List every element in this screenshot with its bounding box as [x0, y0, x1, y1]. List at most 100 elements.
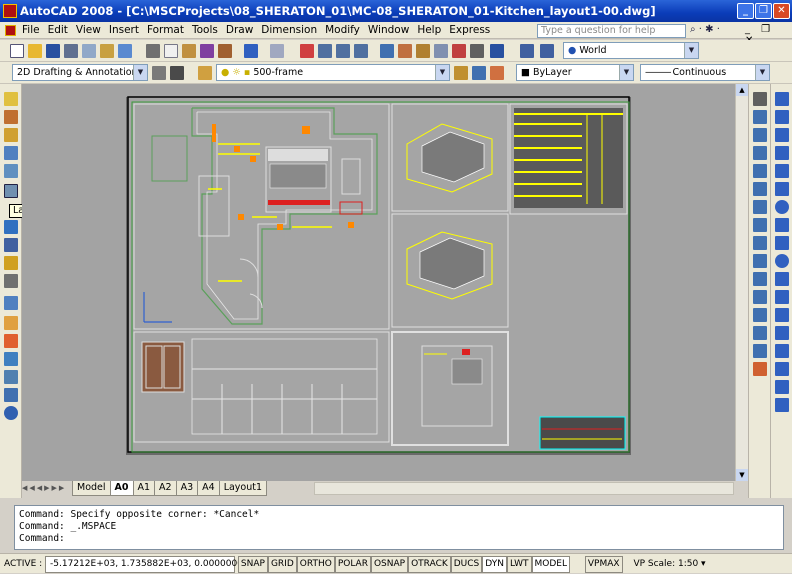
command-input[interactable]: Command:: [19, 533, 779, 545]
menu-window[interactable]: Window: [364, 22, 413, 39]
move-icon[interactable]: [753, 182, 767, 196]
chamfer-icon[interactable]: [753, 326, 767, 340]
layer-lock-icon[interactable]: [4, 256, 18, 270]
vpmax-button[interactable]: VPMAX: [584, 556, 623, 573]
layer-filter-icon[interactable]: [4, 352, 18, 366]
layers-groups-icon[interactable]: [4, 184, 18, 198]
explode-icon[interactable]: [753, 362, 767, 376]
arc-icon[interactable]: [775, 182, 789, 196]
layer-properties-icon[interactable]: [198, 66, 212, 80]
copy-icon[interactable]: [164, 44, 178, 58]
hatch-icon[interactable]: [775, 326, 789, 340]
scroll-up-icon[interactable]: ▲: [736, 84, 748, 96]
tab-a1[interactable]: A1: [132, 481, 156, 496]
table-icon[interactable]: [775, 380, 789, 394]
layer-walk-icon[interactable]: [4, 220, 18, 234]
menu-modify[interactable]: Modify: [321, 22, 364, 39]
redo-icon[interactable]: [270, 44, 284, 58]
linetype-dropdown[interactable]: ——— Continuous ▼: [640, 64, 770, 81]
menu-express[interactable]: Express: [445, 22, 494, 39]
layer-isolate-icon[interactable]: [4, 128, 18, 142]
extend-icon[interactable]: [753, 272, 767, 286]
mirror-icon[interactable]: [753, 128, 767, 142]
menu-edit[interactable]: Edit: [44, 22, 72, 39]
polygon-icon[interactable]: [775, 146, 789, 160]
insert-block-icon[interactable]: [775, 272, 789, 286]
tab-nav-icons[interactable]: ◀◀◀▶▶▶: [22, 484, 72, 492]
layer-tool-icon[interactable]: [4, 92, 18, 106]
layer-info-icon[interactable]: [4, 406, 18, 420]
polyline-icon[interactable]: [775, 128, 789, 142]
circle-icon[interactable]: [775, 200, 789, 214]
undo-icon[interactable]: [244, 44, 258, 58]
grid-button[interactable]: GRID: [267, 556, 297, 573]
fillet-icon[interactable]: [753, 344, 767, 358]
revision-cloud-icon[interactable]: [775, 218, 789, 232]
close-button[interactable]: ✕: [773, 3, 790, 19]
polar-button[interactable]: POLAR: [334, 556, 371, 573]
plot-preview-icon[interactable]: [82, 44, 96, 58]
multiline-text-icon[interactable]: [775, 398, 789, 412]
menu-view[interactable]: View: [72, 22, 105, 39]
plot-icon[interactable]: [64, 44, 78, 58]
lwt-button[interactable]: LWT: [506, 556, 532, 573]
dyn-button[interactable]: DYN: [482, 556, 507, 573]
layer-color-icon[interactable]: [4, 334, 18, 348]
match-properties-icon[interactable]: [200, 44, 214, 58]
layer-dropdown[interactable]: ● ☼ ▪ 500-frame ▼: [216, 64, 450, 81]
construction-line-icon[interactable]: [775, 110, 789, 124]
block-editor-icon[interactable]: [218, 44, 232, 58]
gradient-icon[interactable]: [775, 344, 789, 358]
coordinates-readout[interactable]: -5.17212E+03, 1.735882E+03, 0.00000000: [45, 556, 249, 573]
menu-tools[interactable]: Tools: [188, 22, 222, 39]
menu-format[interactable]: Format: [143, 22, 188, 39]
tool-palettes-icon[interactable]: [416, 44, 430, 58]
workspace-dropdown[interactable]: 2D Drafting & Annotation ▼: [12, 64, 148, 81]
ucs-previous-icon[interactable]: [540, 44, 554, 58]
layer-table-icon[interactable]: [4, 388, 18, 402]
tab-a0[interactable]: A0: [109, 481, 134, 496]
make-block-icon[interactable]: [775, 290, 789, 304]
layer-state-icon[interactable]: [4, 316, 18, 330]
scroll-down-icon[interactable]: ▼: [736, 469, 748, 481]
ucs-icon[interactable]: [520, 44, 534, 58]
design-center-icon[interactable]: [398, 44, 412, 58]
restore-button[interactable]: ❐: [755, 3, 772, 19]
layer-match-icon[interactable]: [4, 110, 18, 124]
vp-scale-dropdown[interactable]: VP Scale: 1:50 ▾: [625, 559, 705, 569]
otrack-button[interactable]: OTRACK: [408, 556, 451, 573]
copy-object-icon[interactable]: [753, 110, 767, 124]
snap-button[interactable]: SNAP: [237, 556, 268, 573]
tab-layout1[interactable]: Layout1: [218, 481, 268, 496]
color-dropdown[interactable]: ■ ByLayer ▼: [516, 64, 634, 81]
spline-icon[interactable]: [775, 236, 789, 250]
ortho-button[interactable]: ORTHO: [296, 556, 335, 573]
help-search-icons[interactable]: ⌕ · ✱ ·: [690, 24, 720, 35]
cut-icon[interactable]: [146, 44, 160, 58]
stretch-icon[interactable]: [753, 236, 767, 250]
point-icon[interactable]: [775, 308, 789, 322]
new-icon[interactable]: [10, 44, 24, 58]
offset-icon[interactable]: [753, 146, 767, 160]
model-button[interactable]: MODEL: [531, 556, 571, 573]
minimize-button[interactable]: _: [737, 3, 754, 19]
markup-icon[interactable]: [452, 44, 466, 58]
layer-settings-icon[interactable]: [4, 370, 18, 384]
zoom-previous-icon[interactable]: [354, 44, 368, 58]
tab-a4[interactable]: A4: [197, 481, 220, 496]
tab-a2[interactable]: A2: [154, 481, 177, 496]
open-icon[interactable]: [28, 44, 42, 58]
layer-translate-icon[interactable]: [4, 296, 18, 310]
rotate-icon[interactable]: [753, 200, 767, 214]
zoom-realtime-icon[interactable]: [318, 44, 332, 58]
join-icon[interactable]: [753, 308, 767, 322]
vertical-scrollbar[interactable]: ▲ ▼: [735, 84, 748, 481]
workspace-settings-icon[interactable]: [152, 66, 166, 80]
menu-insert[interactable]: Insert: [105, 22, 143, 39]
save-icon[interactable]: [46, 44, 60, 58]
osnap-button[interactable]: OSNAP: [370, 556, 409, 573]
pan-icon[interactable]: [300, 44, 314, 58]
drawing-svg[interactable]: [22, 84, 735, 481]
tab-a3[interactable]: A3: [175, 481, 199, 496]
autocad-logo-icon[interactable]: [3, 4, 17, 18]
